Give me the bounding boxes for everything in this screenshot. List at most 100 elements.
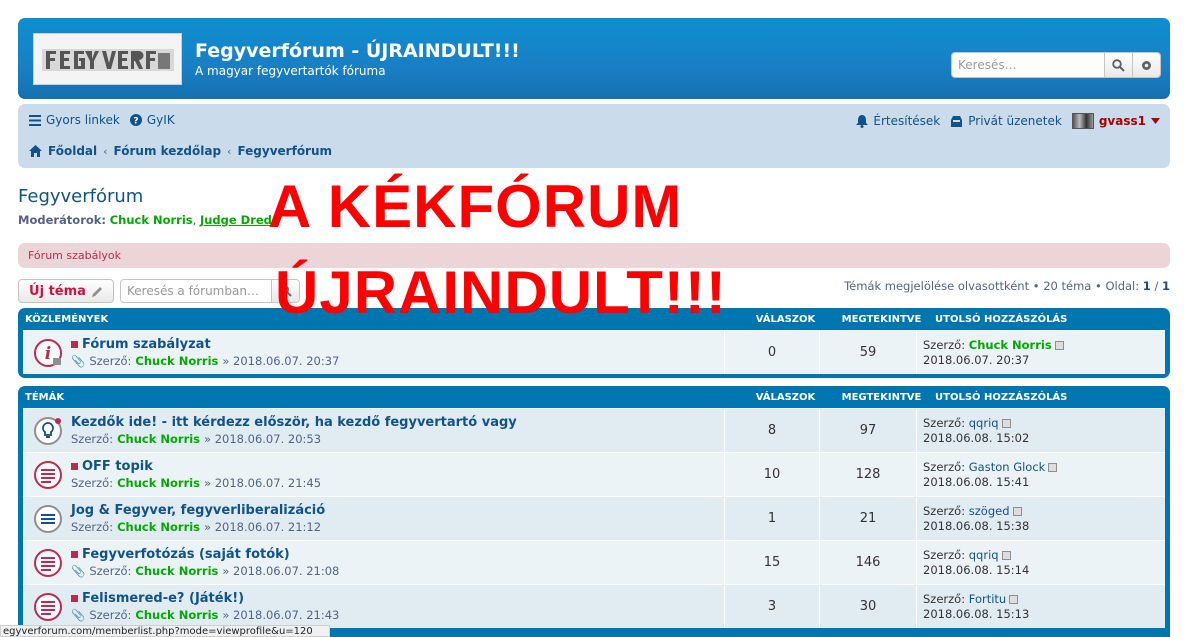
author-label: Szerző: [89,607,132,622]
advanced-search-button[interactable] [1132,53,1160,77]
notifications-link[interactable]: Értesítések [856,114,940,128]
last-post-label: Szerző: [923,547,966,562]
last-post-label: Szerző: [923,459,966,474]
moderator-link[interactable]: Judge Dred [200,213,272,227]
topic-author[interactable]: Chuck Norris [135,563,218,579]
hot-topic-unread-icon [34,460,62,489]
topic-title[interactable]: Felismered-e? (Játék!) [82,591,244,607]
topic-title[interactable]: Fórum szabályzat [82,337,211,353]
page-title[interactable]: Fegyverfórum [18,186,143,207]
site-title[interactable]: Fegyverfórum - ÚJRAINDULT!!! [195,40,520,62]
goto-last-post-icon[interactable] [1054,340,1064,350]
breadcrumb: Főoldal ‹ Fórum kezdőlap ‹ Fegyverfórum [29,144,332,158]
search-input[interactable] [952,53,1104,77]
last-post-author[interactable]: Chuck Norris [969,338,1052,352]
last-post-date: 2018.06.08. 15:02 [923,430,1030,445]
caret-down-icon [1151,118,1160,124]
mark-topics-read-link[interactable]: Témák megjelölése olvasottként [844,279,1029,293]
goto-last-post-icon[interactable] [1012,506,1022,516]
quick-links-label: Gyors linkek [46,113,120,127]
views-count: 97 [820,409,917,452]
svg-text:i: i [45,344,51,364]
moderators-line: Moderátorok: Chuck Norris, Judge Dred [18,213,272,227]
topic-title[interactable]: OFF topik [82,459,153,475]
faq-label: GyIK [146,113,175,127]
faq-link[interactable]: ? GyIK [129,113,175,127]
search-button[interactable] [1104,53,1132,77]
moderator-link[interactable]: Chuck Norris [110,213,193,227]
last-post-author[interactable]: Gaston Glock [969,460,1046,474]
table-row: Fegyverfotózás (saját fotók) 📎 Szerző: Chu… [23,540,1165,584]
last-post-date: 2018.06.08. 15:38 [923,518,1030,533]
replies-count: 8 [725,409,820,452]
goto-last-post-icon[interactable] [1001,550,1011,560]
new-post-icon[interactable] [71,595,78,602]
author-label: Szerző: [71,431,114,446]
topic-date: » 2018.06.07. 20:37 [222,353,340,368]
views-count: 30 [820,585,917,628]
author-label: Szerző: [89,563,132,578]
site-logo[interactable] [33,33,182,85]
author-label: Szerző: [71,475,114,490]
table-row: OFF topik Szerző: Chuck Norris» 2018.06.0… [23,452,1165,496]
views-count: 128 [820,453,917,496]
replies-count: 3 [725,585,820,628]
topic-title[interactable]: Fegyverfotózás (saját fotók) [82,547,290,563]
topic-author[interactable]: Chuck Norris [117,519,200,535]
topic-title[interactable]: Jog & Fegyver, fegyverliberalizáció [71,503,325,519]
last-post-author[interactable]: qqriq [969,548,999,562]
last-post-author[interactable]: qqriq [969,416,999,430]
goto-last-post-icon[interactable] [1009,594,1019,604]
forum-search [120,279,300,303]
replies-column-header: VÁLASZOK [755,313,816,325]
new-topic-button[interactable]: Új téma [18,279,114,303]
svg-text:?: ? [133,117,138,127]
new-post-icon[interactable] [71,341,78,348]
topic-author[interactable]: Chuck Norris [135,607,218,623]
last-post-column-header: UTOLSÓ HOZZÁSZÓLÁS [935,391,1068,403]
topics-table: TÉMÁK VÁLASZOK MEGTEKINTVE UTOLSÓ HOZZÁS… [18,386,1170,637]
hot-topic-unread-icon [34,592,62,621]
last-post-date: 2018.06.07. 20:37 [923,352,1030,367]
breadcrumb-home[interactable]: Főoldal [48,144,97,158]
last-post-label: Szerző: [923,337,966,352]
paperclip-icon: 📎 [71,607,86,622]
last-post-author[interactable]: szöged [969,504,1010,518]
breadcrumb-forum[interactable]: Fegyverfórum [237,144,332,158]
breadcrumb-board-index[interactable]: Fórum kezdőlap [114,144,222,158]
last-post-author[interactable]: Fortitu [969,592,1006,606]
question-icon: ? [129,114,142,127]
goto-last-post-icon[interactable] [1048,462,1058,472]
forum-search-input[interactable] [121,280,271,302]
topic-date: » 2018.06.07. 21:12 [204,519,322,534]
replies-column-header: VÁLASZOK [755,391,816,403]
goto-last-post-icon[interactable] [1001,418,1011,428]
topic-date: » 2018.06.07. 21:08 [222,563,340,578]
username: gvass1 [1098,114,1146,128]
header-bar: Fegyverfórum - ÚJRAINDULT!!! A magyar fe… [18,18,1170,99]
topic-date: » 2018.06.07. 21:43 [222,607,340,622]
topic-author[interactable]: Chuck Norris [117,431,200,447]
topic-author[interactable]: Chuck Norris [117,475,200,491]
user-menu[interactable]: gvass1 [1071,113,1160,129]
sticky-topic-icon [34,416,62,445]
views-count: 146 [820,541,917,584]
topic-author[interactable]: Chuck Norris [135,353,218,369]
views-column-header: MEGTEKINTVE [841,313,922,325]
views-count: 21 [820,497,917,540]
pencil-icon [91,286,102,297]
last-post-label: Szerző: [923,415,966,430]
browser-status-url: egyverforum.com/memberlist.php?mode=view… [0,625,330,637]
new-post-icon[interactable] [71,551,78,558]
inbox-icon [951,115,963,127]
quick-links-menu[interactable]: Gyors linkek [29,113,120,127]
views-column-header: MEGTEKINTVE [841,391,922,403]
chevron-left-icon: ‹ [227,144,232,158]
hamburger-icon [29,114,41,126]
search-icon [1112,58,1125,72]
topic-count: 20 téma [1043,279,1092,293]
topic-title[interactable]: Kezdők ide! - itt kérdezz először, ha ke… [71,415,517,431]
total-pages: 1 [1161,279,1170,293]
private-messages-link[interactable]: Privát üzenetek [950,114,1062,128]
new-post-icon[interactable] [71,463,78,470]
